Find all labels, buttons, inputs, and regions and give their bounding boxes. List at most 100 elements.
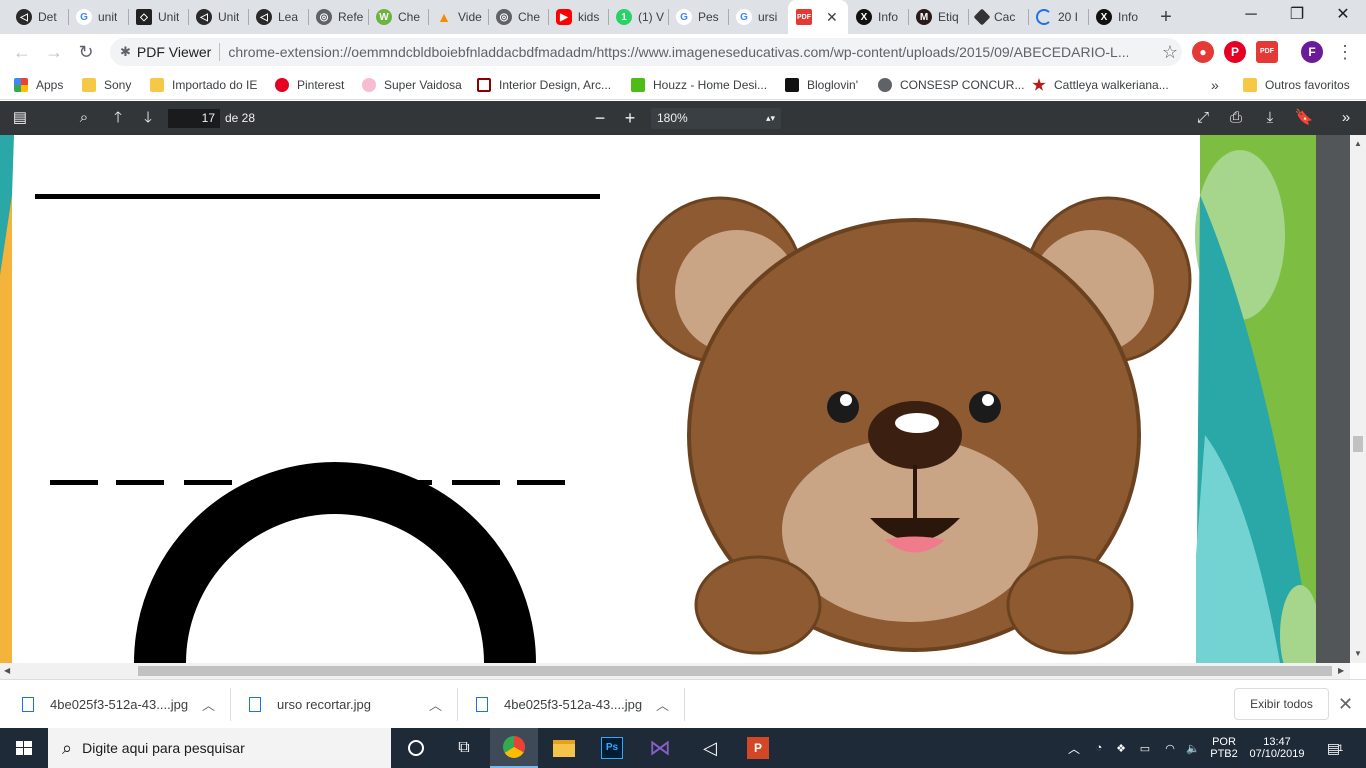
chevron-up-icon[interactable]: ︿ [202, 695, 215, 714]
close-downloads-icon[interactable]: ✕ [1338, 694, 1353, 715]
taskbar-visual-studio[interactable]: ⋈ [636, 728, 684, 768]
maximize-button[interactable]: ❐ [1274, 0, 1320, 30]
zoom-in-button[interactable]: + [620, 108, 640, 128]
tab-13-active[interactable]: PDF ✕ [788, 0, 848, 34]
chevron-up-icon[interactable]: ︿ [656, 695, 669, 714]
tab-15[interactable]: M Etiq [908, 0, 968, 34]
taskbar-explorer[interactable] [540, 728, 588, 768]
task-view-icon[interactable]: ⧉ [440, 728, 488, 768]
tab-6[interactable]: W Che [368, 0, 428, 34]
tab-10[interactable]: 1 (1) V [608, 0, 668, 34]
print-icon[interactable]: ⎙ [1226, 108, 1246, 128]
tab-18[interactable]: X Info [1088, 0, 1148, 34]
adblock-icon[interactable]: ● [1192, 41, 1214, 63]
bookmark-consesp[interactable]: CONSESP CONCUR... [878, 76, 1024, 94]
bookmark-importado[interactable]: Importado do IE [150, 76, 257, 94]
wifi-icon[interactable]: ◠ [1160, 728, 1180, 768]
zoom-select[interactable]: 180% ▴▾ [651, 108, 781, 129]
start-button[interactable] [0, 728, 48, 768]
taskbar-powerpoint[interactable]: P [734, 728, 782, 768]
bookmark-pinterest[interactable]: Pinterest [275, 76, 344, 94]
loading-icon [1036, 9, 1052, 25]
other-bookmarks[interactable]: Outros favoritos [1243, 76, 1350, 94]
clock[interactable]: 13:47 07/10/2019 [1246, 728, 1308, 768]
zoom-out-button[interactable]: − [590, 108, 610, 128]
bookmark-cattleya[interactable]: Cattleya walkeriana... [1032, 76, 1169, 94]
volume-icon[interactable]: 🔈 [1184, 728, 1202, 768]
taskbar-unity[interactable]: ◁ [686, 728, 734, 768]
battery-icon[interactable]: ▭ [1136, 728, 1154, 768]
tab-2[interactable]: ◇ Unit [128, 0, 188, 34]
tab-9[interactable]: ▶ kids [548, 0, 608, 34]
tab-12[interactable]: Gursi [728, 0, 788, 34]
tab-1[interactable]: Gunit [68, 0, 128, 34]
tab-5[interactable]: ◎ Refe [308, 0, 368, 34]
bookmark-apps[interactable]: Apps [14, 76, 63, 94]
bookmark-icon[interactable]: 🔖 [1294, 108, 1314, 128]
next-page-icon[interactable]: 🡓 [138, 108, 158, 128]
page-number-input[interactable]: 17 [168, 109, 220, 128]
star-icon[interactable]: ☆ [1162, 42, 1178, 63]
bookmark-sony[interactable]: Sony [82, 76, 131, 94]
language-indicator[interactable]: POR PTB2 [1206, 728, 1242, 768]
search-icon[interactable]: ⌕ [74, 108, 94, 128]
folder-icon [150, 78, 164, 92]
horizontal-scroll-thumb[interactable] [138, 666, 1332, 676]
tray-overflow-icon[interactable]: ︿ [1066, 728, 1082, 768]
back-button[interactable]: ← [10, 40, 34, 64]
bookmark-super-vaidosa[interactable]: Super Vaidosa [362, 76, 462, 94]
bookmarks-overflow-button[interactable]: » [1211, 76, 1219, 94]
tab-14[interactable]: X Info [848, 0, 908, 34]
vertical-scroll-thumb[interactable] [1353, 436, 1363, 452]
forward-button[interactable]: → [42, 40, 66, 64]
scroll-down-icon[interactable]: ▼ [1354, 649, 1362, 658]
interior-design-icon [477, 78, 491, 92]
new-tab-button[interactable]: + [1154, 5, 1178, 29]
pdf-extension-icon[interactable]: PDF [1256, 41, 1278, 63]
task-view-button[interactable] [392, 728, 440, 768]
fit-page-icon[interactable]: ⤢ [1193, 108, 1213, 128]
notification-center-icon[interactable]: ▤ 1 [1320, 728, 1350, 768]
download-item[interactable]: urso recortar.jpg ︿ [249, 680, 449, 729]
bookmark-interior-design[interactable]: Interior Design, Arc... [477, 76, 611, 94]
pdf-icon: PDF [796, 9, 812, 25]
scroll-right-icon[interactable]: ▶ [1338, 666, 1344, 675]
tab-8[interactable]: ◎ Che [488, 0, 548, 34]
sidebar-toggle-icon[interactable]: ▤ [10, 108, 30, 128]
address-bar[interactable]: ✱ PDF Viewer chrome-extension://oemmndcb… [110, 38, 1182, 66]
vertical-scrollbar[interactable]: ▲ ▼ [1350, 135, 1366, 663]
tab-3[interactable]: ◁ Unit [188, 0, 248, 34]
tab-0[interactable]: ◁ Det [8, 0, 68, 34]
minimize-button[interactable]: ─ [1228, 0, 1274, 30]
pinterest-icon[interactable]: P [1224, 41, 1246, 63]
network-status-icon[interactable]: ◔ [1090, 728, 1108, 768]
horizontal-scrollbar[interactable]: ◀ ▶ [0, 663, 1350, 679]
tab-11[interactable]: G Pes [668, 0, 728, 34]
taskbar-chrome[interactable] [490, 728, 538, 768]
scroll-up-icon[interactable]: ▲ [1354, 139, 1362, 148]
chevron-up-icon[interactable]: ︿ [429, 695, 442, 714]
tab-17[interactable]: 20 I [1028, 0, 1088, 34]
download-item[interactable]: 4be025f3-512a-43....jpg ︿ [476, 680, 676, 729]
folder-icon [82, 78, 96, 92]
close-window-button[interactable]: ✕ [1320, 0, 1366, 30]
show-all-downloads-button[interactable]: Exibir todos [1234, 688, 1329, 720]
bookmark-bloglovin[interactable]: Bloglovin' [785, 76, 858, 94]
tab-close-icon[interactable]: ✕ [826, 9, 838, 26]
tab-16[interactable]: Cac [968, 0, 1028, 34]
menu-kebab-icon[interactable]: ⋮ [1333, 40, 1357, 64]
prev-page-icon[interactable]: 🡑 [108, 108, 128, 128]
profile-avatar[interactable]: F [1301, 41, 1323, 63]
bookmark-houzz[interactable]: Houzz - Home Desi... [631, 76, 767, 94]
download-icon[interactable]: ⤓ [1260, 108, 1280, 128]
pdf-viewport[interactable] [0, 135, 1350, 663]
more-actions-icon[interactable]: » [1336, 108, 1356, 128]
tab-4[interactable]: ◁ Lea [248, 0, 308, 34]
download-item[interactable]: 4be025f3-512a-43....jpg ︿ [22, 680, 222, 729]
reload-button[interactable]: ↻ [74, 40, 98, 64]
taskbar-photoshop[interactable]: Ps [588, 728, 636, 768]
dropbox-icon[interactable]: ❖ [1112, 728, 1130, 768]
scroll-left-icon[interactable]: ◀ [4, 666, 10, 675]
tab-7[interactable]: ▲ Vide [428, 0, 488, 34]
taskbar-search[interactable]: ⌕ Digite aqui para pesquisar [48, 728, 391, 768]
